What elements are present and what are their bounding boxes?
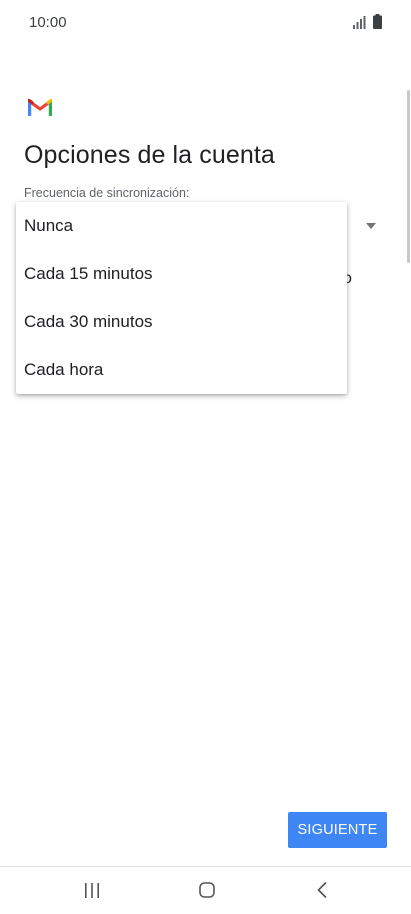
status-bar: 10:00 (0, 0, 411, 46)
home-icon[interactable] (199, 882, 215, 898)
status-time: 10:00 (29, 14, 67, 31)
scrollbar[interactable] (407, 90, 410, 263)
battery-icon (373, 14, 382, 29)
sync-frequency-label: Frecuencia de sincronización: (24, 186, 190, 200)
menu-item-every-hour[interactable]: Cada hora (16, 346, 347, 394)
menu-item-nunca[interactable]: Nunca (16, 202, 347, 250)
screen: 10:00 Opciones de la cuenta Frecuencia d… (0, 0, 411, 914)
menu-item-every-15-minutes[interactable]: Cada 15 minutos (16, 250, 347, 298)
next-button[interactable]: SIGUIENTE (288, 812, 387, 848)
page-title: Opciones de la cuenta (24, 141, 275, 169)
back-icon[interactable] (317, 882, 327, 898)
menu-item-every-30-minutes[interactable]: Cada 30 minutos (16, 298, 347, 346)
gmail-logo-icon (28, 98, 52, 116)
recents-icon[interactable] (84, 883, 100, 898)
dropdown-arrow-icon[interactable] (366, 223, 376, 229)
sync-frequency-menu: Nunca Cada 15 minutos Cada 30 minutos Ca… (16, 202, 347, 394)
navigation-bar (0, 867, 411, 914)
signal-icon (353, 16, 366, 29)
